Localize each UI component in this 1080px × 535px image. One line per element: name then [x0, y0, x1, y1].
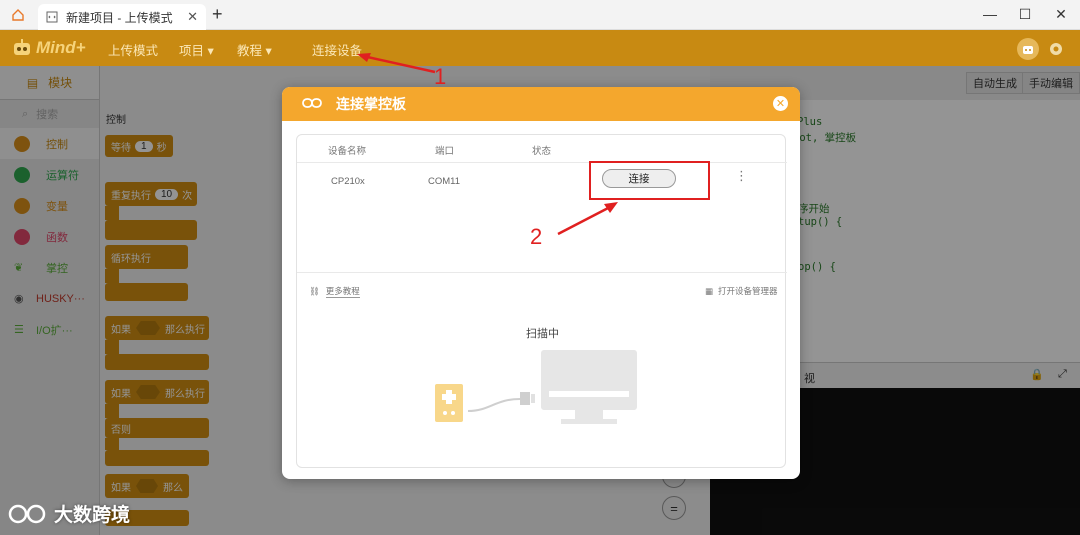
- device-manager-icon: ▦: [705, 285, 714, 296]
- menu-tutorial[interactable]: 教程 ▾: [237, 40, 272, 59]
- open-device-manager-label: 打开设备管理器: [718, 286, 778, 296]
- annotation-step-2: 2: [530, 224, 543, 249]
- more-tutorials-label: 更多教程: [325, 286, 360, 298]
- window-titlebar: 新建项目 - 上传模式 ✕ + — ☐ ✕: [0, 0, 1080, 30]
- menu-project[interactable]: 项目 ▾: [179, 40, 214, 59]
- dialog-close-button[interactable]: ✕: [773, 96, 788, 111]
- section-divider: [297, 272, 787, 273]
- settings-gear-icon[interactable]: [1045, 38, 1067, 60]
- watermark: 大数跨境: [8, 500, 130, 527]
- device-port: COM11: [428, 176, 461, 187]
- app-logo: Mind+: [12, 36, 86, 60]
- column-status: 状态: [532, 146, 552, 157]
- table-divider: [297, 162, 787, 163]
- column-device-name: 设备名称: [328, 146, 367, 157]
- device-panel: 设备名称 端口 状态 CP210x COM11 连接 ⋮ ⛓ 更多教程 ▦ 打开…: [296, 134, 787, 468]
- dialog-header: 连接掌控板: [282, 87, 800, 121]
- open-device-manager-link[interactable]: ▦ 打开设备管理器: [705, 285, 778, 297]
- menu-upload-mode[interactable]: 上传模式: [108, 40, 158, 59]
- tab-project[interactable]: 新建项目 - 上传模式 ✕: [38, 4, 206, 30]
- watermark-text: 大数跨境: [54, 505, 131, 526]
- link-icon: [302, 96, 322, 112]
- annotation-arrow-2-icon: [557, 202, 618, 236]
- minimize-button[interactable]: —: [980, 6, 1000, 22]
- device-name: CP210x: [331, 176, 365, 187]
- more-tutorials-link[interactable]: ⛓ 更多教程: [309, 285, 360, 298]
- annotation-highlight-box: [589, 161, 710, 200]
- robot-avatar-icon[interactable]: [1017, 38, 1039, 60]
- link-small-icon: ⛓: [309, 286, 320, 296]
- app-header: Mind+ 上传模式 项目 ▾ 教程 ▾ 连接设备: [0, 30, 1080, 66]
- logo-text: Mind+: [36, 38, 86, 57]
- scanning-illustration-icon: [435, 350, 637, 424]
- connect-board-dialog: 连接掌控板 ✕ 设备名称 端口 状态 CP210x COM11 连接 ⋮ ⛓ 更…: [282, 87, 800, 479]
- column-port: 端口: [435, 146, 455, 157]
- tab-close-icon[interactable]: ✕: [187, 9, 198, 25]
- more-options-icon[interactable]: ⋮: [735, 168, 748, 184]
- scanning-status: 扫描中: [526, 328, 559, 340]
- annotation-step-1: 1: [434, 64, 447, 89]
- tab-label: 新建项目 - 上传模式: [66, 10, 173, 25]
- new-tab-button[interactable]: +: [212, 4, 223, 25]
- close-window-button[interactable]: ✕: [1051, 6, 1071, 23]
- annotation-arrow-1-icon: [357, 53, 436, 74]
- watermark-logo-icon: [8, 504, 46, 523]
- home-icon[interactable]: [6, 5, 30, 25]
- maximize-button[interactable]: ☐: [1015, 6, 1035, 23]
- dialog-title: 连接掌控板: [336, 96, 406, 112]
- file-code-icon: [46, 11, 58, 23]
- robot-logo-icon: [14, 39, 30, 55]
